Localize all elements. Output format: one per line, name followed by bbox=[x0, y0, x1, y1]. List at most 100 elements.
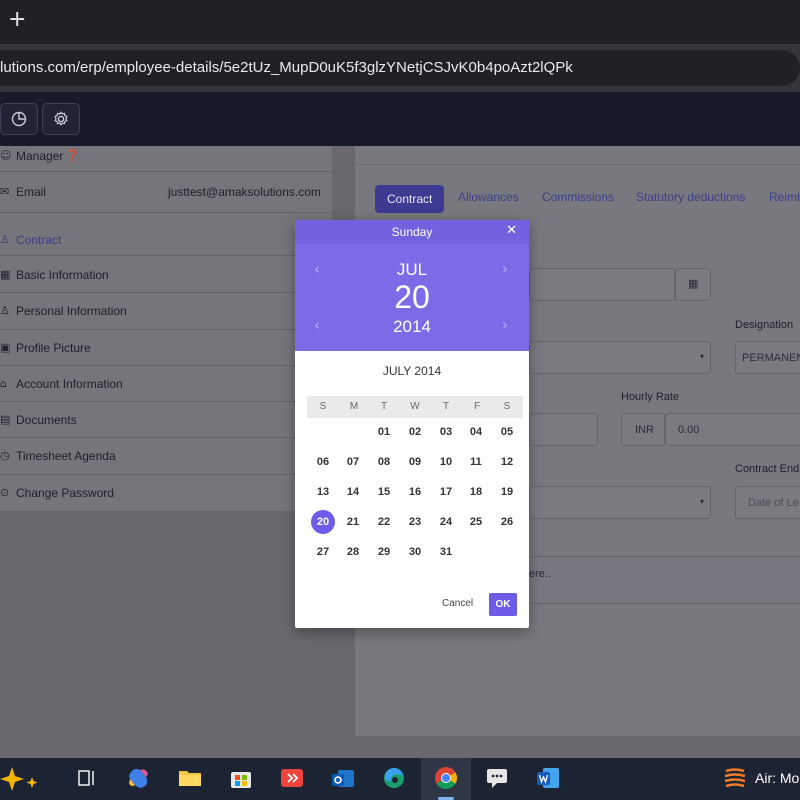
divider bbox=[0, 401, 332, 402]
calendar-day[interactable]: 14 bbox=[338, 480, 368, 504]
tab-allowances[interactable]: Allowances bbox=[458, 190, 519, 208]
chrome-icon[interactable] bbox=[433, 765, 459, 791]
calendar-day[interactable]: 01 bbox=[369, 420, 399, 444]
calendar-day[interactable]: 28 bbox=[338, 540, 368, 564]
tab-commissions[interactable]: Commissions bbox=[542, 190, 614, 208]
calendar-button[interactable]: ▦ bbox=[675, 268, 711, 301]
new-tab-button[interactable]: + bbox=[8, 8, 26, 32]
calendar-day[interactable]: 19 bbox=[492, 480, 522, 504]
calendar-day[interactable]: 12 bbox=[492, 450, 522, 474]
calendar-day[interactable]: 31 bbox=[431, 540, 461, 564]
designation-value: PERMANEN bbox=[742, 352, 800, 364]
lock-icon: ⊙ bbox=[0, 486, 10, 499]
calendar-day[interactable]: 27 bbox=[308, 540, 338, 564]
divider bbox=[0, 212, 332, 213]
calendar-day[interactable]: 18 bbox=[461, 480, 491, 504]
sidebar-item-label: Basic Information bbox=[16, 268, 109, 282]
calendar-day[interactable]: 22 bbox=[369, 510, 399, 534]
chevron-down-icon: ▾ bbox=[699, 497, 704, 506]
manager-label: Manager bbox=[16, 149, 64, 163]
calendar-day[interactable]: 21 bbox=[338, 510, 368, 534]
tab-contract[interactable]: Contract bbox=[375, 185, 445, 213]
designation-field[interactable]: PERMANEN bbox=[735, 341, 800, 374]
outlook-icon[interactable] bbox=[330, 765, 356, 791]
calendar-day[interactable]: 03 bbox=[431, 420, 461, 444]
calendar-day[interactable]: 13 bbox=[308, 480, 338, 504]
calendar-day-selected[interactable]: 20 bbox=[308, 510, 338, 534]
field[interactable] bbox=[529, 413, 598, 446]
calendar-day[interactable]: 26 bbox=[492, 510, 522, 534]
word-icon[interactable] bbox=[535, 765, 561, 791]
email-icon: ✉ bbox=[0, 185, 10, 198]
calendar-day[interactable]: 11 bbox=[461, 450, 491, 474]
designation-label: Designation bbox=[735, 319, 794, 331]
edge-icon[interactable] bbox=[381, 765, 407, 791]
divider bbox=[0, 365, 332, 366]
select-field[interactable]: ▾ bbox=[529, 486, 711, 519]
sidebar-item-label: Documents bbox=[16, 413, 77, 427]
anydesk-icon[interactable] bbox=[279, 765, 305, 791]
bank-icon: ⌂ bbox=[0, 377, 7, 390]
chat-icon[interactable] bbox=[484, 765, 510, 791]
browser-address-bar: lutions.com/erp/employee-details/5e2tUz_… bbox=[0, 44, 800, 92]
contract-end-input[interactable]: Date of Le bbox=[735, 486, 800, 519]
task-view-icon[interactable] bbox=[74, 765, 100, 791]
calendar-day[interactable]: 10 bbox=[431, 450, 461, 474]
calendar-day[interactable]: 05 bbox=[492, 420, 522, 444]
copilot-app-icon[interactable] bbox=[126, 765, 152, 791]
calendar-day[interactable]: 23 bbox=[400, 510, 430, 534]
calendar-day[interactable]: 09 bbox=[400, 450, 430, 474]
url-field[interactable]: lutions.com/erp/employee-details/5e2tUz_… bbox=[0, 50, 800, 86]
sidebar-item-label: Profile Picture bbox=[16, 341, 91, 355]
calendar-day[interactable]: 29 bbox=[369, 540, 399, 564]
pie-chart-icon bbox=[11, 111, 27, 127]
user-icon: ☺ bbox=[0, 149, 12, 162]
tab-reimbursements[interactable]: Reimb bbox=[769, 190, 800, 208]
calendar-day[interactable]: 07 bbox=[338, 450, 368, 474]
app-header bbox=[0, 92, 800, 146]
start-date-field[interactable] bbox=[529, 268, 675, 301]
sidebar-item-label: Account Information bbox=[16, 377, 123, 391]
calendar-day[interactable]: 16 bbox=[400, 480, 430, 504]
calendar-day[interactable]: 02 bbox=[400, 420, 430, 444]
date-picker-dialog: Sunday ✕ ‹ › JUL 20 2014 ‹ › JULY 2014 S… bbox=[295, 220, 529, 628]
tab-statutory-deductions[interactable]: Statutory deductions bbox=[636, 190, 745, 208]
help-icon[interactable]: ❓ bbox=[66, 149, 80, 162]
divider bbox=[0, 474, 332, 475]
calendar-day[interactable]: 06 bbox=[308, 450, 338, 474]
divider bbox=[0, 255, 332, 256]
calendar-day[interactable]: 25 bbox=[461, 510, 491, 534]
type-select[interactable]: ▾ bbox=[529, 341, 711, 374]
store-icon[interactable] bbox=[228, 765, 254, 791]
image-icon: ▣ bbox=[0, 341, 11, 354]
browser-tab-bar: + bbox=[0, 0, 800, 44]
chart-button[interactable] bbox=[0, 103, 38, 135]
gear-icon bbox=[54, 111, 68, 126]
divider bbox=[0, 329, 332, 330]
calendar-day[interactable]: 15 bbox=[369, 480, 399, 504]
ok-button[interactable]: OK bbox=[489, 593, 517, 616]
hourly-rate-input[interactable]: 0.00 bbox=[665, 413, 800, 446]
calendar-grid: 01 02 03 04 05 06 07 08 09 10 11 12 13 14 15 16 17 18 19 20… bbox=[295, 220, 529, 580]
divider bbox=[355, 164, 800, 165]
clock-icon: ◷ bbox=[0, 449, 10, 462]
sidebar-item-label: Contract bbox=[16, 233, 62, 247]
sidebar-item-label: Timesheet Agenda bbox=[16, 449, 116, 463]
divider bbox=[0, 437, 332, 438]
cancel-button[interactable]: Cancel bbox=[442, 598, 473, 609]
settings-button[interactable] bbox=[42, 103, 80, 135]
hourly-rate-value: 0.00 bbox=[678, 424, 700, 436]
file-explorer-icon[interactable] bbox=[177, 765, 203, 791]
calendar-day[interactable]: 24 bbox=[431, 510, 461, 534]
currency-label: INR bbox=[635, 424, 654, 436]
notes-textarea[interactable]: ere.. bbox=[529, 556, 800, 604]
calendar-day[interactable]: 17 bbox=[431, 480, 461, 504]
copilot-sparkle-icon[interactable] bbox=[0, 765, 48, 791]
calendar-day[interactable]: 08 bbox=[369, 450, 399, 474]
email-value: justtest@amaksolutions.com bbox=[168, 185, 321, 199]
chevron-down-icon: ▾ bbox=[699, 352, 704, 361]
calendar-day[interactable]: 30 bbox=[400, 540, 430, 564]
hourly-rate-label: Hourly Rate bbox=[621, 391, 680, 403]
calendar-day[interactable]: 04 bbox=[461, 420, 491, 444]
divider bbox=[0, 292, 332, 293]
